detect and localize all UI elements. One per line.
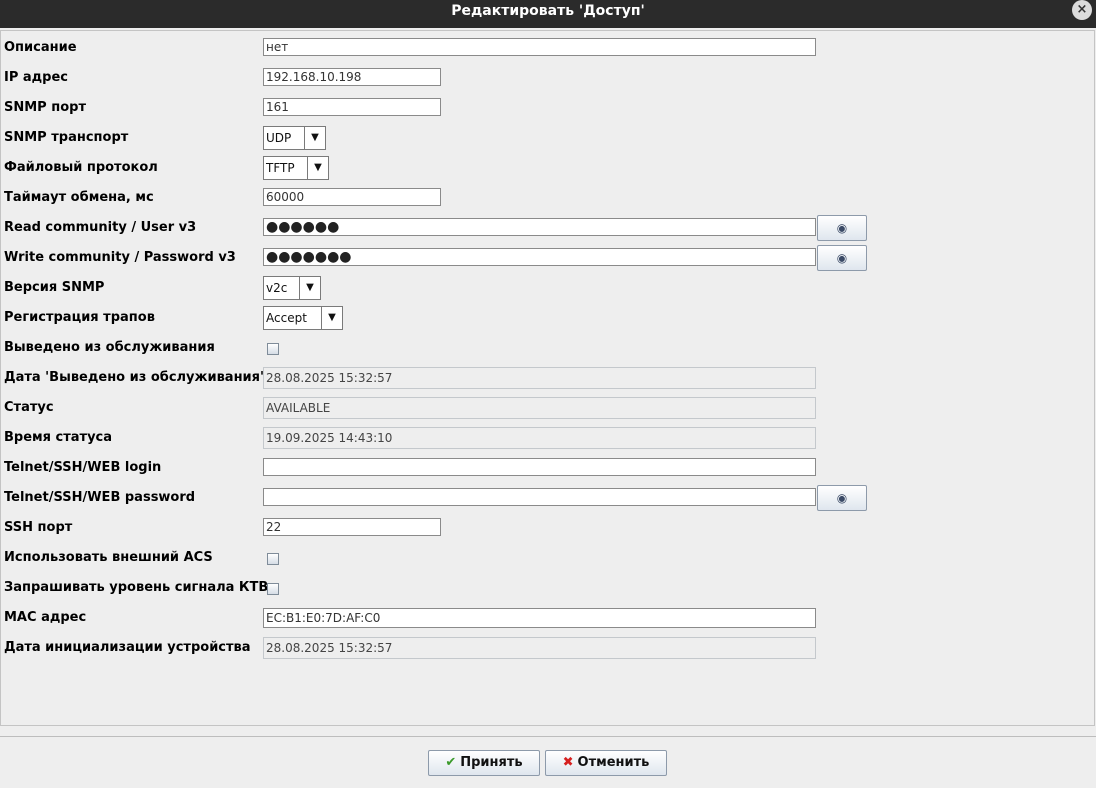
password-field[interactable]: [263, 488, 816, 506]
ip-field[interactable]: 192.168.10.198: [263, 68, 441, 86]
accept-label: Принять: [460, 755, 523, 770]
trap-registration-select[interactable]: Accept ▼: [263, 306, 343, 330]
chevron-down-icon[interactable]: ▼: [299, 277, 320, 299]
ktv-signal-checkbox[interactable]: [267, 583, 279, 595]
login-label: Telnet/SSH/WEB login: [4, 460, 162, 475]
accept-button[interactable]: ✔ Принять: [428, 750, 540, 776]
snmp-transport-value: UDP: [266, 131, 292, 145]
status-time-label: Время статуса: [4, 430, 113, 445]
status-field: AVAILABLE: [263, 397, 816, 419]
password-label: Telnet/SSH/WEB password: [4, 490, 196, 505]
out-of-service-date-field: 28.08.2025 15:32:57: [263, 367, 816, 389]
timeout-label: Таймаут обмена, мс: [4, 190, 154, 205]
trap-registration-value: Accept: [266, 311, 307, 325]
footer-separator: [0, 736, 1096, 737]
cancel-label: Отменить: [577, 755, 650, 770]
out-of-service-label: Выведено из обслуживания: [4, 340, 215, 355]
check-icon: ✔: [445, 755, 457, 770]
close-button[interactable]: ×: [1072, 0, 1092, 20]
eye-icon: ◉: [836, 491, 848, 505]
snmp-transport-select[interactable]: UDP ▼: [263, 126, 326, 150]
show-password-button[interactable]: ◉: [817, 485, 867, 511]
snmp-version-label: Версия SNMP: [4, 280, 105, 295]
ip-label: IP адрес: [4, 70, 68, 85]
file-protocol-value: TFTP: [266, 161, 295, 175]
description-field[interactable]: нет: [263, 38, 816, 56]
snmp-version-select[interactable]: v2c ▼: [263, 276, 321, 300]
init-date-label: Дата инициализации устройства: [4, 640, 251, 655]
ssh-port-label: SSH порт: [4, 520, 73, 535]
out-of-service-date-label: Дата 'Выведено из обслуживания': [4, 370, 264, 385]
out-of-service-checkbox[interactable]: [267, 343, 279, 355]
window-title: Редактировать 'Доступ': [451, 3, 645, 19]
external-acs-label: Использовать внешний ACS: [4, 550, 213, 565]
status-time-field: 19.09.2025 14:43:10: [263, 427, 816, 449]
external-acs-checkbox[interactable]: [267, 553, 279, 565]
eye-icon: ◉: [836, 221, 848, 235]
snmp-version-value: v2c: [266, 281, 288, 295]
read-community-field[interactable]: ●●●●●●: [263, 218, 816, 236]
snmp-transport-label: SNMP транспорт: [4, 130, 129, 145]
write-community-label: Write community / Password v3: [4, 250, 236, 265]
cross-icon: ✖: [562, 755, 574, 770]
file-protocol-label: Файловый протокол: [4, 160, 158, 175]
eye-icon: ◉: [836, 251, 848, 265]
show-read-community-button[interactable]: ◉: [817, 215, 867, 241]
write-community-field[interactable]: ●●●●●●●: [263, 248, 816, 266]
close-icon: ×: [1076, 2, 1088, 17]
login-field[interactable]: [263, 458, 816, 476]
snmp-port-label: SNMP порт: [4, 100, 86, 115]
read-community-label: Read community / User v3: [4, 220, 197, 235]
mac-field[interactable]: EC:B1:E0:7D:AF:C0: [263, 608, 816, 628]
timeout-field[interactable]: 60000: [263, 188, 441, 206]
description-label: Описание: [4, 40, 77, 55]
file-protocol-select[interactable]: TFTP ▼: [263, 156, 329, 180]
init-date-field: 28.08.2025 15:32:57: [263, 637, 816, 659]
chevron-down-icon[interactable]: ▼: [321, 307, 342, 329]
chevron-down-icon[interactable]: ▼: [307, 157, 328, 179]
show-write-community-button[interactable]: ◉: [817, 245, 867, 271]
status-label: Статус: [4, 400, 54, 415]
ktv-signal-label: Запрашивать уровень сигнала КТВ: [4, 580, 269, 595]
window-titlebar: Редактировать 'Доступ' ×: [0, 0, 1096, 28]
cancel-button[interactable]: ✖ Отменить: [545, 750, 667, 776]
mac-label: MAC адрес: [4, 610, 87, 625]
chevron-down-icon[interactable]: ▼: [304, 127, 325, 149]
trap-registration-label: Регистрация трапов: [4, 310, 155, 325]
snmp-port-field[interactable]: 161: [263, 98, 441, 116]
ssh-port-field[interactable]: 22: [263, 518, 441, 536]
